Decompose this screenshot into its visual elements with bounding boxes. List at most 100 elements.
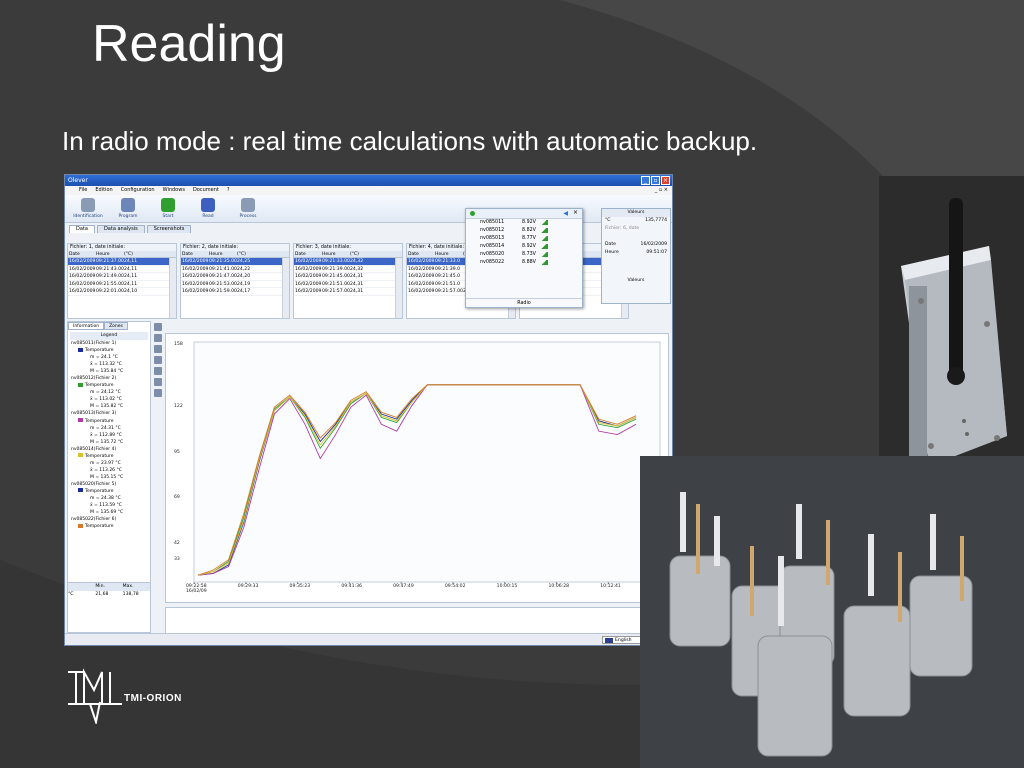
legend-sensor[interactable]: nv085014(Fichier 4): [68, 446, 150, 453]
legend-sensor[interactable]: nv085020(Fichier 5): [68, 481, 150, 488]
legend-stat: M = 135.69 °C: [68, 509, 150, 516]
table-row[interactable]: 16/02/2009 09:21:41.000 24,22: [181, 266, 289, 273]
table-cell: 09:21:43.000: [96, 266, 124, 272]
column-header[interactable]: (°C): [124, 251, 146, 257]
start-button[interactable]: Start: [151, 197, 185, 220]
column-header[interactable]: (°C): [237, 251, 259, 257]
program-button[interactable]: Program: [111, 197, 145, 220]
tab-zones[interactable]: Zones: [104, 322, 128, 330]
values-time-row: Heure 09:51:07: [602, 249, 670, 257]
tab-data[interactable]: Data: [69, 225, 95, 233]
speaker-icon[interactable]: ◀: [563, 210, 568, 217]
column-header[interactable]: Date: [181, 251, 209, 257]
menu-help[interactable]: ?: [227, 186, 230, 195]
menu-edition[interactable]: Edition: [95, 186, 112, 195]
menu-window-controls[interactable]: _ ▫ ×: [655, 186, 668, 195]
legend-text: m = 24.12 °C: [90, 390, 121, 396]
menu-configuration[interactable]: Configuration: [121, 186, 155, 195]
radio-item-name: nv085020: [480, 252, 505, 257]
vertical-scrollbar[interactable]: [282, 258, 289, 318]
column-header[interactable]: Heure: [96, 251, 124, 257]
column-header[interactable]: (°C): [350, 251, 372, 257]
legend-channel[interactable]: Temperature: [68, 488, 150, 495]
radio-close-icon[interactable]: ×: [573, 209, 578, 216]
legend-sensor[interactable]: nv085011(Fichier 1): [68, 340, 150, 347]
tab-screenshots[interactable]: Screenshots: [146, 225, 192, 233]
table-row[interactable]: 16/02/2009 09:21:55.000 24,11: [68, 281, 176, 288]
table-row[interactable]: 16/02/2009 09:21:53.000 24,19: [181, 281, 289, 288]
vertical-scrollbar[interactable]: [169, 258, 176, 318]
legend-channel[interactable]: Temperature: [68, 418, 150, 425]
process-button[interactable]: Process: [231, 197, 265, 220]
legend-tree: nv085011(Fichier 1) Temperature m = 24.1 °…: [68, 340, 150, 530]
menu-document[interactable]: Document: [193, 186, 219, 195]
stats-header-cell: [68, 583, 95, 591]
close-icon[interactable]: ×: [661, 176, 670, 185]
table-cell: 16/02/2009: [408, 274, 435, 279]
table-row[interactable]: 16/02/2009 09:21:43.000 24,11: [68, 266, 176, 273]
table-cell: 24,22: [237, 266, 251, 272]
minimize-icon[interactable]: _: [641, 176, 650, 185]
table-row[interactable]: 16/02/2009 09:21:35.000 24,25: [181, 258, 289, 266]
stats-header-cell: Min.: [95, 584, 105, 589]
column-header[interactable]: Heure: [435, 251, 463, 257]
legend-channel[interactable]: Temperature: [68, 382, 150, 389]
radio-item[interactable]: nv085022 8.88V: [466, 259, 582, 267]
table-row[interactable]: 16/02/2009 09:21:49.000 24,11: [68, 273, 176, 281]
menu-file[interactable]: File: [79, 186, 87, 195]
radio-item[interactable]: nv085012 8.82V: [466, 227, 582, 235]
legend-sensor[interactable]: nv085012(Fichier 2): [68, 375, 150, 382]
radio-logger-photo: [879, 176, 1024, 488]
table-cell: 09:21:51.000: [322, 281, 350, 287]
pan-tool-icon[interactable]: [154, 345, 162, 353]
radio-item[interactable]: nv085020 8.73V: [466, 251, 582, 259]
values-panel: Valeurs °C 135,7774 Fichier: 6, date Dat…: [601, 208, 671, 304]
radio-item-voltage: 8.92V: [522, 244, 536, 249]
vertical-scrollbar[interactable]: [395, 258, 402, 318]
table-row[interactable]: 16/02/2009 09:21:51.000 24,31: [294, 281, 402, 288]
x-tick-label: 09:35:23: [289, 584, 311, 589]
identification-label: Identification: [73, 214, 103, 219]
table-row[interactable]: 16/02/2009 09:21:33.000 24,32: [294, 258, 402, 266]
legend-text: x̄ = 112.89 °C: [90, 432, 122, 438]
table-row[interactable]: 16/02/2009 09:21:47.000 24,20: [181, 273, 289, 281]
pointer-tool-icon[interactable]: [154, 323, 162, 331]
table-row[interactable]: 16/02/2009 09:21:37.000 24,11: [68, 258, 176, 266]
column-header[interactable]: Date: [68, 251, 96, 257]
radio-item[interactable]: nv085013 8.77V: [466, 235, 582, 243]
table-cell: 16/02/2009: [408, 289, 435, 294]
column-header[interactable]: Heure: [209, 251, 237, 257]
radio-item[interactable]: nv085011 8.92V: [466, 219, 582, 227]
tab-information[interactable]: Information: [68, 322, 105, 330]
table-row[interactable]: 16/02/2009 09:22:01.000 24,10: [68, 288, 176, 296]
column-header[interactable]: Date: [407, 251, 435, 257]
maximize-icon[interactable]: ▫: [651, 176, 660, 185]
identification-button[interactable]: Identification: [71, 197, 105, 220]
legend-channel[interactable]: Temperature: [68, 453, 150, 460]
read-button[interactable]: Read: [191, 197, 225, 220]
legend-text: nv085011(Fichier 1): [71, 341, 117, 346]
zoom-tool-icon[interactable]: [154, 334, 162, 342]
legend-text: nv085014(Fichier 4): [71, 446, 117, 452]
table-row[interactable]: 16/02/2009 09:21:45.000 24,31: [294, 273, 402, 281]
series-color-swatch: [78, 488, 83, 493]
tab-data-analysis[interactable]: Data analysis: [96, 225, 145, 233]
radio-item-name: nv085013: [480, 236, 505, 241]
table-row[interactable]: 16/02/2009 09:21:57.000 24,31: [294, 288, 402, 296]
table-row[interactable]: 16/02/2009 09:21:59.000 24,17: [181, 288, 289, 296]
legend-sensor[interactable]: nv085013(Fichier 3): [68, 410, 150, 417]
radio-item[interactable]: nv085014 8.92V: [466, 243, 582, 251]
table-row[interactable]: 16/02/2009 09:21:39.000 24,32: [294, 266, 402, 273]
legend-channel[interactable]: Temperature: [68, 347, 150, 354]
column-header[interactable]: Date: [294, 251, 322, 257]
column-header[interactable]: Heure: [322, 251, 350, 257]
copy-tool-icon[interactable]: [154, 367, 162, 375]
menu-windows[interactable]: Windows: [163, 186, 185, 195]
move-tool-icon[interactable]: [154, 356, 162, 364]
legend-channel[interactable]: Temperature: [68, 523, 150, 530]
stats-header-row: Min. Max.: [68, 583, 150, 591]
refresh-tool-icon[interactable]: [154, 389, 162, 397]
table-cell: 09:21:53.000: [209, 281, 237, 287]
print-tool-icon[interactable]: [154, 378, 162, 386]
legend-sensor[interactable]: nv085022(Fichier 6): [68, 516, 150, 523]
